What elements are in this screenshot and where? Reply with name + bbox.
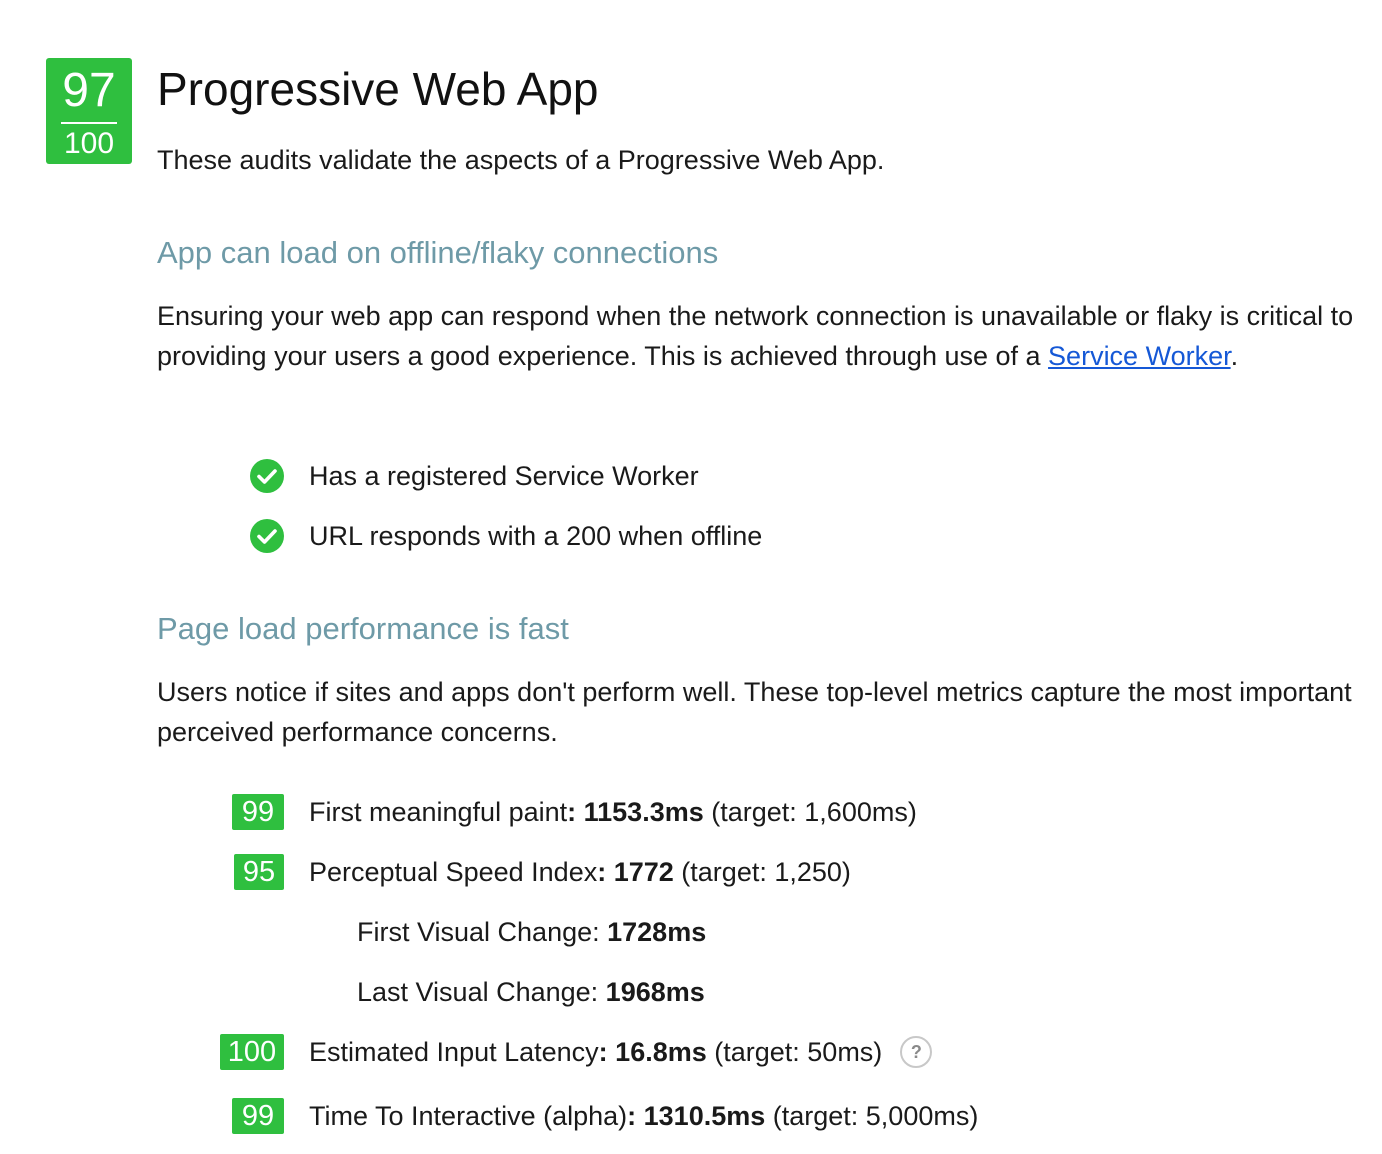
audit-registered-service-worker: Has a registered Service Worker: [309, 461, 699, 491]
section-description-performance: Users notice if sites and apps don't per…: [157, 677, 1352, 747]
metric-target: (target: 1,250): [673, 857, 851, 887]
metric-first-meaningful-paint: First meaningful paint: 1153.3ms (target…: [309, 794, 917, 830]
submetric-name: Last Visual Change:: [357, 977, 606, 1007]
metric-value: 1153.3ms: [583, 797, 704, 827]
metric-score-badge: 99: [232, 1098, 284, 1134]
metric-value: 1772: [613, 857, 674, 887]
metric-separator: :: [597, 857, 614, 887]
check-circle-icon: [250, 459, 284, 493]
score-divider: [61, 122, 117, 124]
description-text-end: .: [1230, 341, 1239, 371]
section-description-offline: Ensuring your web app can respond when t…: [157, 296, 1357, 376]
metric-time-to-interactive: Time To Interactive (alpha): 1310.5ms (t…: [309, 1098, 978, 1134]
submetric-value: 1728ms: [607, 917, 707, 947]
submetric-value: 1968ms: [605, 977, 705, 1007]
metric-separator: :: [598, 1037, 616, 1067]
submetric-last-visual-change: Last Visual Change: 1968ms: [357, 974, 705, 1010]
metric-separator: :: [567, 797, 584, 827]
section-heading-performance: Page load performance is fast: [157, 611, 569, 646]
overall-score-total: 100: [63, 127, 115, 160]
metric-value: 1310.5ms: [643, 1101, 766, 1131]
metric-score-badge: 95: [234, 854, 284, 890]
metric-perceptual-speed-index: Perceptual Speed Index: 1772 (target: 1,…: [309, 854, 851, 890]
metric-value: 16.8ms: [615, 1037, 707, 1067]
metric-separator: :: [627, 1101, 644, 1131]
metric-score-badge: 99: [232, 794, 284, 830]
metric-target: (target: 50ms): [706, 1037, 883, 1067]
metric-target: (target: 1,600ms): [703, 797, 917, 827]
question-circle-icon[interactable]: ?: [900, 1035, 933, 1068]
metric-target: (target: 5,000ms): [765, 1101, 979, 1131]
metric-name: Perceptual Speed Index: [309, 857, 598, 887]
submetric-name: First Visual Change:: [357, 917, 608, 947]
page-subtitle: These audits validate the aspects of a P…: [157, 145, 885, 175]
metric-name: Estimated Input Latency: [309, 1037, 599, 1067]
service-worker-link[interactable]: Service Worker: [1048, 341, 1231, 371]
overall-score-badge: 97 100: [46, 58, 132, 164]
submetric-first-visual-change: First Visual Change: 1728ms: [357, 914, 706, 950]
metric-name: First meaningful paint: [309, 797, 568, 827]
metric-name: Time To Interactive (alpha): [309, 1101, 628, 1131]
section-heading-offline: App can load on offline/flaky connection…: [157, 235, 719, 270]
metric-estimated-input-latency: Estimated Input Latency: 16.8ms (target:…: [309, 1034, 933, 1070]
overall-score: 97: [62, 64, 116, 117]
metric-score-badge: 100: [220, 1034, 284, 1070]
page-title: Progressive Web App: [157, 63, 599, 115]
check-circle-icon: [250, 519, 284, 553]
audit-offline-200: URL responds with a 200 when offline: [309, 521, 763, 551]
